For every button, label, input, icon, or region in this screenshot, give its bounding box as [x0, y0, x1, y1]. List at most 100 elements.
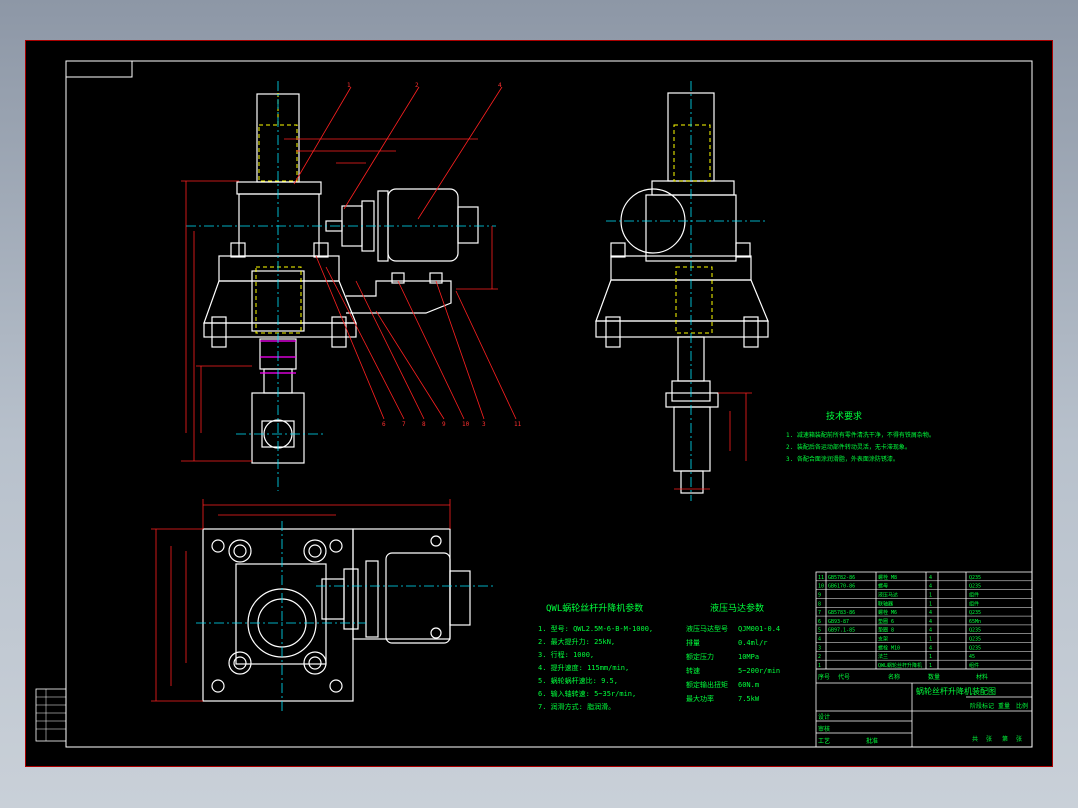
- parts-cell-no: 1: [818, 663, 821, 669]
- parts-cell-name: 垫圈 6: [878, 618, 894, 625]
- parts-cell-name: 法兰: [878, 653, 888, 660]
- parts-cell-mat: 45: [969, 654, 975, 660]
- motor-param-label: 排量: [686, 638, 700, 647]
- front-hidden-lines: [255, 91, 302, 334]
- parts-cell-mat: 组件: [969, 600, 979, 607]
- weight-label: 重量: [998, 702, 1010, 710]
- svg-text:9: 9: [442, 421, 446, 428]
- parts-cell-no: 9: [818, 592, 821, 598]
- lift-param: 6. 输入轴转速: 5~35r/min,: [538, 689, 636, 698]
- parts-cell-name: 螺栓 M10: [878, 644, 900, 651]
- motor-params-title: 液压马达参数: [710, 602, 764, 614]
- parts-cell-mat: Q235: [969, 637, 981, 643]
- drawing-sheet: 124 678 9 10 3 11 技术要求 1. 减速箱装配前所有零件清洗干净…: [25, 40, 1053, 767]
- lift-param: 2. 最大提升力: 25kN,: [538, 637, 615, 646]
- stage-label: 阶段标记: [970, 702, 994, 710]
- sign-review: 审核: [818, 725, 830, 733]
- scale-label: 比例: [1016, 702, 1028, 710]
- sign-design: 设计: [818, 713, 830, 721]
- svg-text:10: 10: [462, 421, 470, 428]
- parts-cell-no: 4: [818, 637, 821, 643]
- parts-cell-mat: Q235: [969, 628, 981, 634]
- lift-param: 3. 行程: 1000,: [538, 650, 594, 659]
- lift-param: 7. 润滑方式: 脂润滑。: [538, 702, 615, 711]
- header-mat: 材料: [976, 673, 988, 681]
- parts-cell-mat: 组件: [969, 662, 979, 669]
- header-qty: 数量: [928, 673, 940, 681]
- front-dimensions: [181, 86, 517, 462]
- parts-cell-code: GB5783-86: [828, 610, 855, 616]
- lift-param: 4. 提升速度: 115mm/min,: [538, 663, 629, 672]
- front-leader-numbers: 1 2 4 6 7 8 9 10 3 11: [347, 82, 522, 428]
- parts-cell-qty: 4: [929, 584, 932, 590]
- sheet-total: 共: [972, 735, 978, 743]
- tech-req-item: 3. 各配合面涂润滑脂，外表面涂防锈漆。: [786, 455, 899, 463]
- parts-cell-no: 2: [818, 654, 821, 660]
- svg-text:7: 7: [402, 421, 406, 428]
- svg-text:2: 2: [415, 82, 419, 89]
- parts-cell-no: 10: [818, 584, 824, 590]
- parts-cell-qty: 1: [929, 654, 932, 660]
- motor-param-value: 0.4ml/r: [738, 639, 768, 647]
- lift-param: 1. 型号: QWL2.5M-6-B-M-1000,: [538, 624, 653, 633]
- motor-param-value: QJM001-0.4: [738, 625, 780, 633]
- parts-cell-name: 螺栓 M6: [878, 609, 897, 616]
- lift-parameters: QWL蜗轮丝杆升降机参数 1. 型号: QWL2.5M-6-B-M-1000, …: [538, 602, 653, 711]
- parts-cell-mat: Q235: [969, 584, 981, 590]
- svg-text:4: 4: [498, 82, 502, 89]
- parts-cell-qty: 1: [929, 601, 932, 607]
- parts-cell-qty: 1: [929, 592, 932, 598]
- svg-text:11: 11: [514, 421, 522, 428]
- parts-list: 11 GB5782-86 螺栓 M8 4 Q23510 GB6170-86 螺母 4 Q2359…: [816, 574, 1032, 670]
- tech-req-item: 2. 装配后各运动部件转动灵活，无卡滞现象。: [786, 443, 911, 451]
- motor-param-value: 60N.m: [738, 681, 759, 689]
- drawing-name: 蜗轮丝杆升降机装配图: [916, 686, 996, 696]
- svg-text:1: 1: [347, 82, 351, 89]
- parts-cell-code: GB97.1-85: [828, 628, 855, 634]
- parts-cell-no: 6: [818, 619, 821, 625]
- header-no: 序号: [818, 673, 830, 681]
- parts-cell-name: 螺母: [878, 583, 888, 590]
- parts-cell-code: GB6170-86: [828, 584, 855, 590]
- parts-cell-mat: Q235: [969, 575, 981, 581]
- parts-cell-qty: 4: [929, 575, 932, 581]
- parts-cell-name: 垫圈 8: [878, 627, 894, 634]
- side-centerlines: [606, 81, 766, 501]
- top-view: [202, 528, 471, 702]
- parts-cell-no: 11: [818, 575, 824, 581]
- lift-param: 5. 蜗轮蜗杆速比: 9.5,: [538, 676, 618, 685]
- motor-param-label: 额定输出扭矩: [686, 680, 728, 689]
- svg-text:3: 3: [482, 421, 486, 428]
- svg-text:6: 6: [382, 421, 386, 428]
- side-view: [595, 92, 769, 494]
- header-code: 代号: [838, 673, 850, 681]
- parts-cell-name: 螺栓 M8: [878, 574, 897, 581]
- parts-cell-name: QWL蜗轮丝杆升降机: [878, 662, 922, 669]
- sign-approve: 批准: [866, 737, 878, 745]
- motor-parameters: 液压马达参数 液压马达型号 QJM001-0.4 排量 0.4ml/r 额定压力…: [686, 602, 780, 703]
- parts-cell-qty: 4: [929, 628, 932, 634]
- parts-cell-no: 7: [818, 610, 821, 616]
- parts-cell-no: 3: [818, 645, 821, 651]
- parts-cell-qty: 1: [929, 663, 932, 669]
- motor-param-value: 10MPa: [738, 653, 759, 661]
- parts-cell-mat: 65Mn: [969, 619, 981, 625]
- parts-cell-mat: 组件: [969, 591, 979, 598]
- sheet-current: 第: [1002, 735, 1008, 743]
- parts-cell-name: 支架: [878, 636, 888, 643]
- parts-cell-qty: 4: [929, 645, 932, 651]
- cad-drawing: 124 678 9 10 3 11 技术要求 1. 减速箱装配前所有零件清洗干净…: [35, 60, 1033, 748]
- parts-cell-qty: 1: [929, 637, 932, 643]
- tech-req-title: 技术要求: [826, 410, 862, 422]
- parts-cell-no: 8: [818, 601, 821, 607]
- motor-param-label: 转速: [686, 666, 700, 675]
- side-hidden-lines: [673, 124, 713, 334]
- parts-cell-name: 液压马达: [878, 591, 898, 598]
- motor-param-value: 7.5kW: [738, 695, 760, 703]
- lift-params-title: QWL蜗轮丝杆升降机参数: [546, 602, 643, 614]
- parts-cell-code: GB93-87: [828, 619, 849, 625]
- parts-cell-name: 联轴器: [878, 600, 893, 607]
- title-block-text: 序号 代号 名称 数量 材料 蜗轮丝杆升降机装配图 阶段标记 重量 比例 设计 …: [818, 673, 1028, 745]
- parts-cell-no: 5: [818, 628, 821, 634]
- header-name: 名称: [888, 673, 900, 681]
